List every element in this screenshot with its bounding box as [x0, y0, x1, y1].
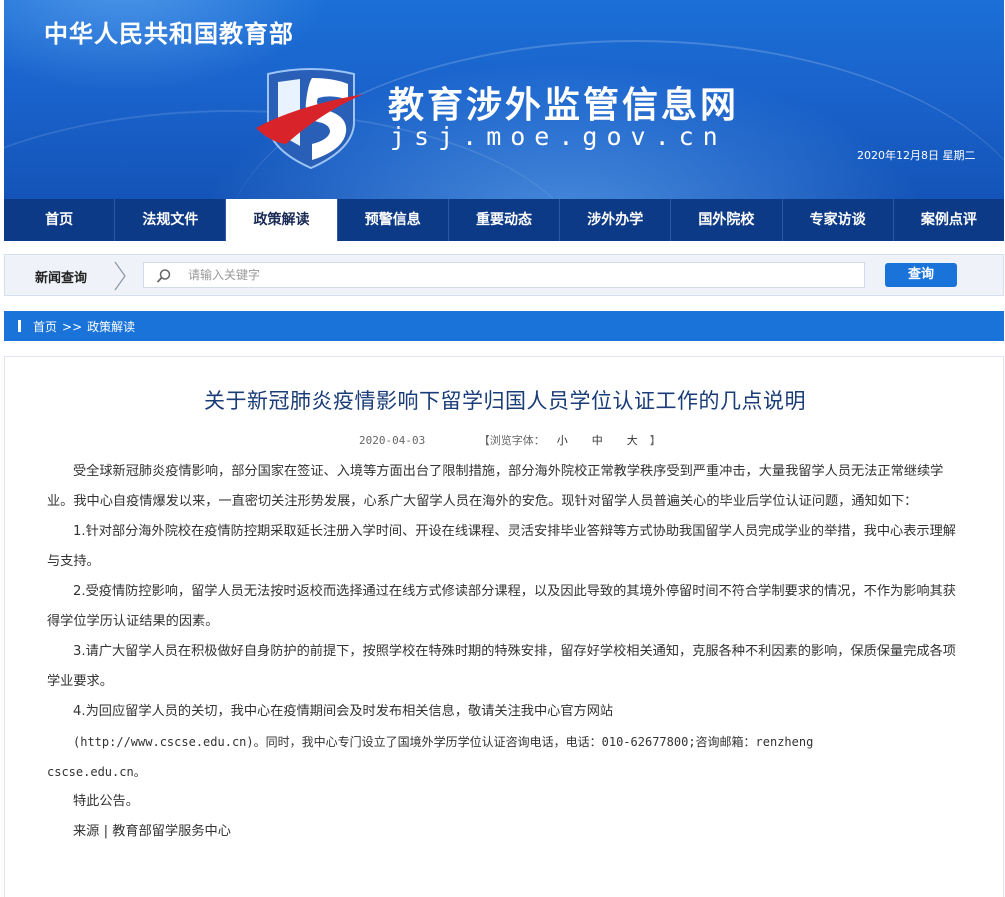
- nav-item-overseas-institutions[interactable]: 国外院校: [671, 199, 783, 241]
- font-size-small-option[interactable]: 小: [557, 434, 568, 447]
- site-domain: jsj.moe.gov.cn: [390, 122, 727, 151]
- nav-item-regulations[interactable]: 法规文件: [115, 199, 227, 241]
- article-meta: 2020-04-03 【浏览字体： 小 中 大】: [359, 432, 661, 448]
- article-contact-email-tail: cscse.edu.cn。: [47, 765, 146, 779]
- article-paragraph: 4.为回应留学人员的关切，我中心在疫情期间会及时发布相关信息，敬请关注我中心官方…: [73, 704, 614, 719]
- nav-item-expert-interviews[interactable]: 专家访谈: [783, 199, 894, 241]
- nav-item-news[interactable]: 重要动态: [449, 199, 561, 241]
- ministry-name: 中华人民共和国教育部: [44, 20, 294, 48]
- chevron-right-icon: [114, 261, 126, 291]
- main-nav: 首页 法规文件 政策解读 预警信息 重要动态 涉外办学 国外院校 专家访谈 案例…: [4, 199, 1004, 241]
- article-paragraph: 受全球新冠肺炎疫情影响，部分国家在签证、入境等方面出台了限制措施，部分海外院校正…: [47, 464, 944, 509]
- article-paragraph: 1.针对部分海外院校在疫情防控期采取延长注册入学时间、开设在线课程、灵活安排毕业…: [47, 524, 956, 569]
- font-size-large-option[interactable]: 大: [627, 434, 638, 447]
- article-source: 来源 | 教育部留学服务中心: [73, 824, 231, 839]
- font-size-label: 【浏览字体：: [478, 434, 545, 447]
- breadcrumb-separator: >>: [62, 320, 83, 334]
- breadcrumb: 首页 >> 政策解读: [4, 311, 1004, 341]
- nav-item-home[interactable]: 首页: [4, 199, 116, 241]
- news-search-bar: 新闻查询 查询: [4, 254, 1004, 296]
- nav-item-warnings[interactable]: 预警信息: [338, 199, 449, 241]
- font-size-label-close: 】: [649, 434, 661, 447]
- breadcrumb-home-link[interactable]: 首页: [33, 320, 57, 334]
- article-paragraph: 3.请广大留学人员在积极做好自身防护的前提下，按照学校在特殊时期的特殊安排，留存…: [47, 644, 956, 689]
- article-paragraph: 2.受疫情防控影响，留学人员无法按时返校而选择通过在线方式修读部分课程，以及因此…: [47, 584, 956, 629]
- publish-date: 2020-04-03: [359, 434, 426, 447]
- nav-item-foreign-schools[interactable]: 涉外办学: [560, 199, 672, 241]
- article-contact-line: (http://www.cscse.edu.cn)。同时，我中心专门设立了国境外…: [73, 735, 814, 749]
- search-box: [143, 262, 865, 288]
- search-button[interactable]: 查询: [885, 263, 957, 287]
- nav-item-policy-interpretation[interactable]: 政策解读: [226, 199, 338, 241]
- current-date: 2020年12月8日 星期二: [857, 149, 976, 162]
- nav-item-case-reviews[interactable]: 案例点评: [894, 199, 1004, 241]
- font-size-medium-option[interactable]: 中: [592, 434, 603, 447]
- search-input[interactable]: [188, 265, 858, 285]
- breadcrumb-current-link[interactable]: 政策解读: [87, 320, 135, 334]
- article-panel: 关于新冠肺炎疫情影响下留学归国人员学位认证工作的几点说明 2020-04-03 …: [4, 356, 1004, 897]
- site-logo-icon[interactable]: [256, 66, 366, 170]
- site-name: 教育涉外监管信息网: [388, 84, 740, 126]
- site-banner: 中华人民共和国教育部 教育涉外监管信息网 jsj.moe.gov.cn 2020…: [4, 0, 1004, 199]
- article-closing: 特此公告。: [73, 794, 139, 809]
- search-label: 新闻查询: [35, 271, 88, 286]
- search-icon: [157, 269, 171, 283]
- article-body: 受全球新冠肺炎疫情影响，部分国家在签证、入境等方面出台了限制措施，部分海外院校正…: [47, 457, 959, 847]
- breadcrumb-marker: [18, 320, 21, 332]
- article-title: 关于新冠肺炎疫情影响下留学归国人员学位认证工作的几点说明: [204, 389, 806, 413]
